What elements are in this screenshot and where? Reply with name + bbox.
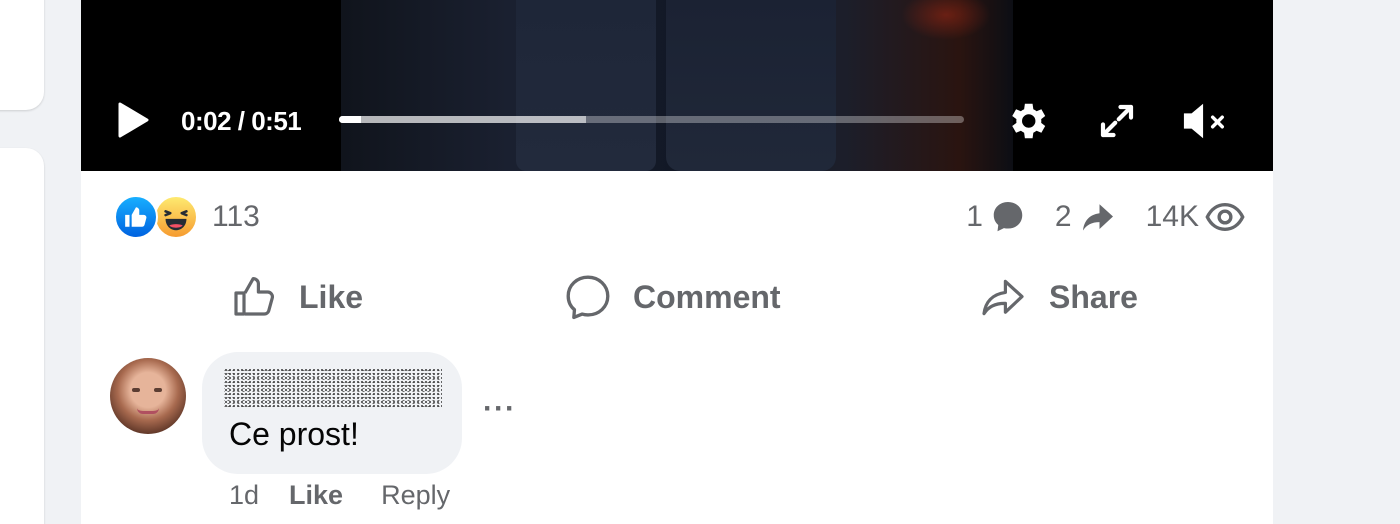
post-action-bar: Like Comment Share [81,270,1273,324]
comment-bubble-icon [993,202,1023,232]
video-player[interactable]: 0:02 / 0:51 [81,0,1273,171]
mute-button[interactable] [1179,95,1231,147]
post-stats: 1 2 14K [966,197,1245,237]
haha-reaction-icon [154,195,198,239]
share-arrow-icon [1082,204,1113,231]
avatar-eye-right [154,388,162,392]
video-time-display: 0:02 / 0:51 [181,106,302,137]
comment-author-redacted[interactable] [224,368,442,408]
comment-more-button[interactable]: ··· [483,392,516,426]
like-button-label: Like [299,278,364,315]
play-button[interactable] [113,100,153,140]
eye-icon [1205,202,1245,232]
video-current-time: 0:02 [181,106,232,136]
video-light-glow [901,0,991,40]
comment-meta: 1d Like Reply [229,480,450,511]
video-time-separator: / [231,106,252,136]
video-settings-button[interactable] [1001,97,1053,145]
video-figure-right [666,0,836,171]
sidebar-card-top [0,0,44,110]
video-progress-bar[interactable] [339,116,964,123]
comment-bubble: Ce prost! [202,352,462,474]
thumbs-up-icon [234,277,274,316]
video-duration: 0:51 [251,106,302,136]
comment-button[interactable]: Comment [563,270,781,324]
video-frame [341,0,1013,171]
avatar-smile [137,408,159,414]
post-card: 0:02 / 0:51 113 1 2 14K Like Comment Sha… [81,0,1273,524]
comment-outline-icon [566,275,610,320]
comment-button-label: Comment [633,278,781,315]
comment-text: Ce prost! [229,416,359,452]
comment-like-link[interactable]: Like [289,480,343,511]
play-icon [118,102,149,138]
share-button-label: Share [1049,278,1138,315]
reaction-summary[interactable]: 113 [114,195,260,239]
video-buffered-fill [339,116,586,123]
fullscreen-icon [1100,104,1134,138]
share-button[interactable]: Share [977,270,1138,324]
comment-reply-link[interactable]: Reply [381,480,450,511]
video-played-fill [339,116,361,123]
share-outline-icon [982,279,1024,316]
commenter-avatar[interactable] [110,358,186,434]
view-count: 14K [1146,200,1245,234]
view-count-value: 14K [1145,200,1199,233]
reaction-count: 113 [212,200,260,233]
fullscreen-button[interactable] [1093,97,1141,145]
share-count-value: 2 [1054,200,1072,233]
like-button[interactable]: Like [229,270,363,324]
comment-count[interactable]: 1 [966,199,1027,235]
volume-muted-icon [1183,103,1224,139]
settings-gear-icon [1012,103,1046,139]
comment-count-value: 1 [966,200,983,233]
share-count[interactable]: 2 [1055,199,1118,235]
comment-timestamp[interactable]: 1d [229,480,259,511]
avatar-eye-left [132,388,140,392]
like-reaction-icon [114,195,158,239]
video-figure-left [516,0,656,171]
sidebar-card-bottom [0,148,44,524]
